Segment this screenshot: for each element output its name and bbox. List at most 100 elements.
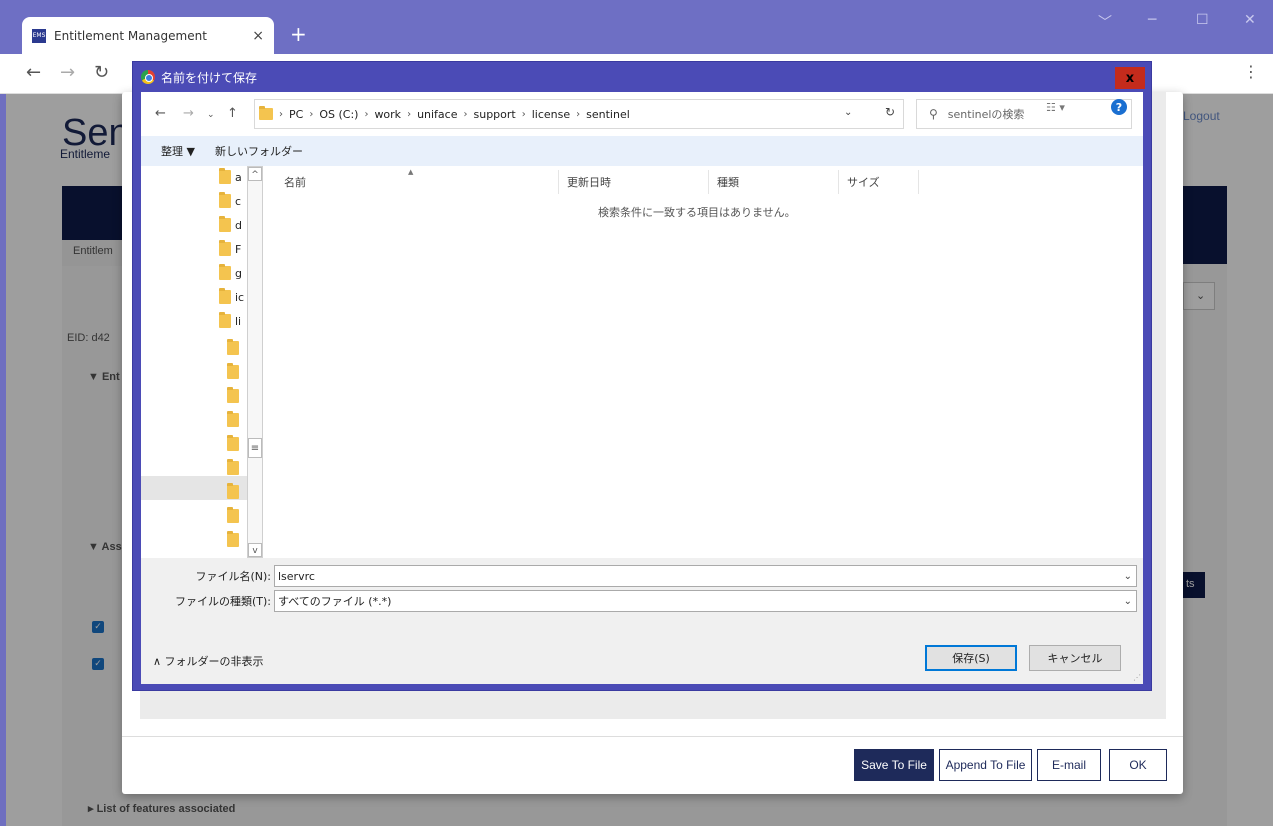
tree-item-label: F bbox=[235, 242, 242, 256]
tree-item[interactable] bbox=[227, 339, 239, 355]
breadcrumb-separator-icon: › bbox=[309, 108, 314, 120]
tree-item-label: a bbox=[235, 170, 242, 184]
breadcrumb-separator-icon: › bbox=[279, 108, 283, 120]
forward-icon[interactable]: → bbox=[60, 62, 75, 83]
recent-chevron-icon[interactable]: ⌄ bbox=[207, 110, 215, 120]
column-name[interactable]: 名前 bbox=[276, 170, 559, 194]
restore-button[interactable]: ☐ bbox=[1196, 12, 1209, 28]
search-placeholder: sentinelの検索 bbox=[947, 108, 1025, 121]
hide-folders-toggle[interactable]: ∧ フォルダーの非表示 bbox=[153, 653, 264, 669]
filetype-label: ファイルの種類(T): bbox=[174, 595, 271, 608]
window-close-button[interactable]: ✕ bbox=[1244, 12, 1256, 28]
browser-menu-icon[interactable]: ⋮ bbox=[1243, 62, 1259, 81]
folder-icon bbox=[219, 240, 231, 256]
new-folder-button[interactable]: 新しいフォルダー bbox=[215, 143, 303, 159]
tree-item[interactable] bbox=[227, 531, 239, 547]
column-modified[interactable]: 更新日時 bbox=[559, 170, 709, 194]
breadcrumb-separator-icon: › bbox=[364, 108, 369, 120]
chevron-down-icon[interactable]: ⌄ bbox=[1124, 596, 1132, 607]
folder-icon bbox=[219, 168, 231, 184]
ok-button[interactable]: OK bbox=[1109, 749, 1167, 781]
filetype-row: ファイルの種類(T): すべてのファイル (*.*) ⌄ bbox=[141, 590, 1143, 612]
tree-item-label: ic bbox=[235, 290, 245, 304]
tree-item[interactable]: c bbox=[219, 192, 241, 208]
tree-item[interactable]: F bbox=[219, 240, 242, 256]
tree-item[interactable] bbox=[227, 459, 239, 475]
filename-input[interactable]: lservrc ⌄ bbox=[274, 565, 1137, 587]
breadcrumb-separator-icon: › bbox=[521, 108, 526, 120]
tree-item[interactable]: ic bbox=[219, 288, 245, 304]
tree-item[interactable]: li bbox=[219, 312, 242, 328]
scroll-up-icon[interactable]: ^ bbox=[248, 167, 262, 181]
folder-icon bbox=[219, 192, 231, 208]
tree-item[interactable]: g bbox=[219, 264, 242, 280]
save-button[interactable]: 保存(S) bbox=[925, 645, 1017, 671]
tab-close-icon[interactable]: × bbox=[252, 28, 264, 44]
filename-value: lservrc bbox=[278, 569, 315, 583]
help-icon[interactable]: ? bbox=[1111, 99, 1127, 115]
refresh-icon[interactable]: ↻ bbox=[885, 105, 895, 119]
tree-item[interactable] bbox=[227, 411, 239, 427]
browser-tab[interactable]: EMS Entitlement Management × bbox=[22, 17, 274, 54]
folder-icon bbox=[227, 363, 239, 379]
breadcrumb-os[interactable]: OS (C:) bbox=[319, 108, 358, 121]
append-to-file-button[interactable]: Append To File bbox=[939, 749, 1032, 781]
dialog-titlebar: 名前を付けて保存 bbox=[133, 62, 1151, 92]
back-arrow-icon[interactable]: ← bbox=[155, 106, 166, 121]
address-dropdown-icon[interactable]: ⌄ bbox=[844, 107, 852, 118]
save-to-file-button[interactable]: Save To File bbox=[854, 749, 934, 781]
back-icon[interactable]: ← bbox=[26, 62, 41, 83]
tree-item[interactable] bbox=[227, 363, 239, 379]
forward-arrow-icon[interactable]: → bbox=[183, 106, 194, 121]
chrome-icon bbox=[141, 70, 155, 84]
breadcrumb-license[interactable]: license bbox=[532, 108, 570, 121]
folder-icon bbox=[219, 216, 231, 232]
chevron-down-icon[interactable]: ⌄ bbox=[1124, 571, 1132, 582]
tab-title: Entitlement Management bbox=[54, 28, 207, 43]
search-input[interactable]: ⚲ sentinelの検索 bbox=[916, 99, 1132, 129]
breadcrumb-sentinel[interactable]: sentinel bbox=[586, 108, 630, 121]
breadcrumb-support[interactable]: support bbox=[474, 108, 516, 121]
tree-item[interactable]: d bbox=[219, 216, 242, 232]
dialog-body: ← → ⌄ ↑ › PC › OS (C:) › work › uniface … bbox=[141, 92, 1143, 684]
scroll-thumb[interactable]: ≡ bbox=[248, 438, 262, 458]
column-type[interactable]: 種類 bbox=[709, 170, 839, 194]
email-button[interactable]: E-mail bbox=[1037, 749, 1101, 781]
column-size[interactable]: サイズ bbox=[839, 170, 919, 194]
command-bar: 整理 ▼ 新しいフォルダー bbox=[141, 136, 1143, 166]
tab-search-chevron-icon[interactable]: ﹀ bbox=[1098, 12, 1112, 32]
organize-menu[interactable]: 整理 ▼ bbox=[161, 143, 195, 159]
tree-item-label: d bbox=[235, 218, 242, 232]
breadcrumb-uniface[interactable]: uniface bbox=[417, 108, 457, 121]
filename-row: ファイル名(N): lservrc ⌄ bbox=[141, 565, 1143, 587]
address-row: ← → ⌄ ↑ › PC › OS (C:) › work › uniface … bbox=[141, 92, 1143, 136]
folder-icon bbox=[227, 531, 239, 547]
folder-icon bbox=[259, 106, 273, 120]
tree-item-label: li bbox=[235, 314, 242, 328]
cancel-button[interactable]: キャンセル bbox=[1029, 645, 1121, 671]
tree-scrollbar[interactable]: ^ ≡ v bbox=[247, 166, 263, 558]
resize-grip-icon[interactable]: ⋰ bbox=[1133, 673, 1141, 682]
scroll-down-icon[interactable]: v bbox=[248, 543, 262, 557]
dialog-close-button[interactable]: x bbox=[1115, 67, 1145, 89]
folder-icon bbox=[227, 483, 239, 499]
tree-item[interactable] bbox=[227, 483, 239, 499]
filetype-select[interactable]: すべてのファイル (*.*) ⌄ bbox=[274, 590, 1137, 612]
tree-item[interactable] bbox=[227, 435, 239, 451]
address-bar[interactable]: › PC › OS (C:) › work › uniface › suppor… bbox=[254, 99, 904, 129]
minimize-button[interactable]: ─ bbox=[1148, 12, 1156, 28]
up-arrow-icon[interactable]: ↑ bbox=[227, 106, 238, 121]
filename-label: ファイル名(N): bbox=[195, 570, 271, 583]
folder-icon bbox=[227, 507, 239, 523]
breadcrumb-pc[interactable]: PC bbox=[289, 108, 303, 121]
breadcrumb-work[interactable]: work bbox=[374, 108, 401, 121]
view-options-icon[interactable]: ☷ ▾ bbox=[1046, 101, 1065, 114]
tree-item[interactable] bbox=[227, 387, 239, 403]
empty-message: 検索条件に一致する項目はありません。 bbox=[598, 206, 796, 219]
tree-item[interactable]: a bbox=[219, 168, 242, 184]
tree-item[interactable] bbox=[227, 507, 239, 523]
folder-icon bbox=[227, 387, 239, 403]
breadcrumb-separator-icon: › bbox=[407, 108, 412, 120]
reload-icon[interactable]: ↻ bbox=[94, 62, 109, 83]
new-tab-button[interactable]: + bbox=[290, 22, 307, 46]
